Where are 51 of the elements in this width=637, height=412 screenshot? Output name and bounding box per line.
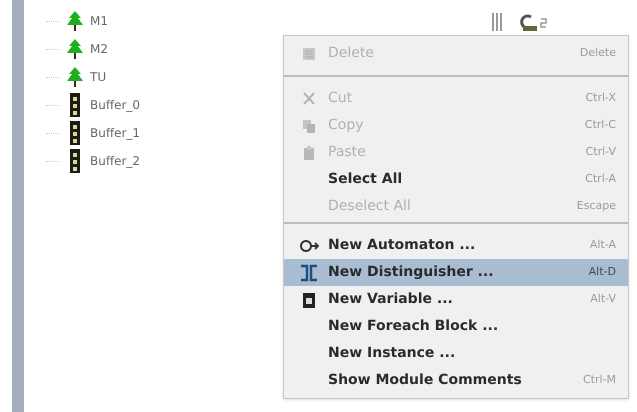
menu-item-label: Select All (328, 170, 404, 189)
menu-item-label: Show Module Comments (328, 371, 523, 390)
tree-item-label[interactable]: Buffer_1 (90, 124, 140, 142)
menu-item[interactable]: New Instance ... (284, 340, 628, 367)
menu-item-label: New Automaton ... (328, 236, 476, 255)
menu-item[interactable]: Select All Ctrl-A (284, 166, 628, 193)
menu-item-label: New Instance ... (328, 344, 456, 363)
menu-item-label: New Distinguisher ... (328, 263, 495, 282)
delete-icon (301, 46, 317, 62)
tree-item-label[interactable]: M1 (90, 12, 108, 30)
menu-item[interactable]: New Variable ... Alt-V (284, 286, 628, 313)
shortcut-label: Ctrl-A (585, 171, 616, 188)
tree-line (46, 160, 60, 162)
menu-item[interactable]: New Automaton ... Alt-A (284, 232, 628, 259)
menu-item-label: New Foreach Block ... (328, 317, 500, 336)
tree-item-label[interactable]: TU (90, 68, 106, 86)
clipboard-icon (301, 144, 317, 160)
shortcut-label: Alt-V (590, 291, 616, 308)
menu-item[interactable]: New Distinguisher ... Alt-D (284, 259, 628, 286)
shortcut-label: Alt-A (590, 237, 616, 254)
shortcut-label: Ctrl-C (584, 117, 616, 134)
tree-item-label[interactable]: M2 (90, 40, 108, 58)
scissors-icon (301, 90, 317, 106)
shortcut-label: Ctrl-V (586, 144, 616, 160)
node-icon (492, 12, 548, 34)
menu-item-label: Delete (328, 44, 375, 63)
menu-item[interactable]: New Foreach Block ... (284, 313, 628, 340)
tree-line (46, 132, 60, 134)
tree-icon (64, 66, 86, 88)
tree-item-label[interactable]: Buffer_2 (90, 152, 140, 170)
tree-icon (64, 38, 86, 60)
variable-icon (301, 290, 317, 308)
copy-icon (301, 118, 317, 134)
tree-line (46, 76, 60, 78)
tree-line (46, 48, 60, 50)
menu-item-label: New Variable ... (328, 290, 454, 309)
menu-item-label: Paste (328, 143, 367, 162)
menu-item-label: Cut (328, 89, 354, 108)
shortcut-label: Escape (576, 198, 616, 214)
tree-item-label[interactable]: Buffer_0 (90, 96, 140, 114)
shortcut-label: Ctrl-M (582, 372, 616, 388)
shortcut-label: Alt-D (588, 264, 616, 280)
menu-item-label: Deselect All (328, 197, 412, 216)
distinguisher-icon (299, 264, 319, 282)
menu-item-label: Copy (328, 116, 365, 135)
tree-line (46, 104, 60, 106)
tree-line (46, 20, 60, 22)
tree-icon (64, 10, 86, 32)
menu-item[interactable]: Show Module Comments Ctrl-M (284, 367, 628, 394)
shortcut-label: Delete (580, 45, 616, 62)
shortcut-label: Ctrl-X (585, 90, 616, 106)
